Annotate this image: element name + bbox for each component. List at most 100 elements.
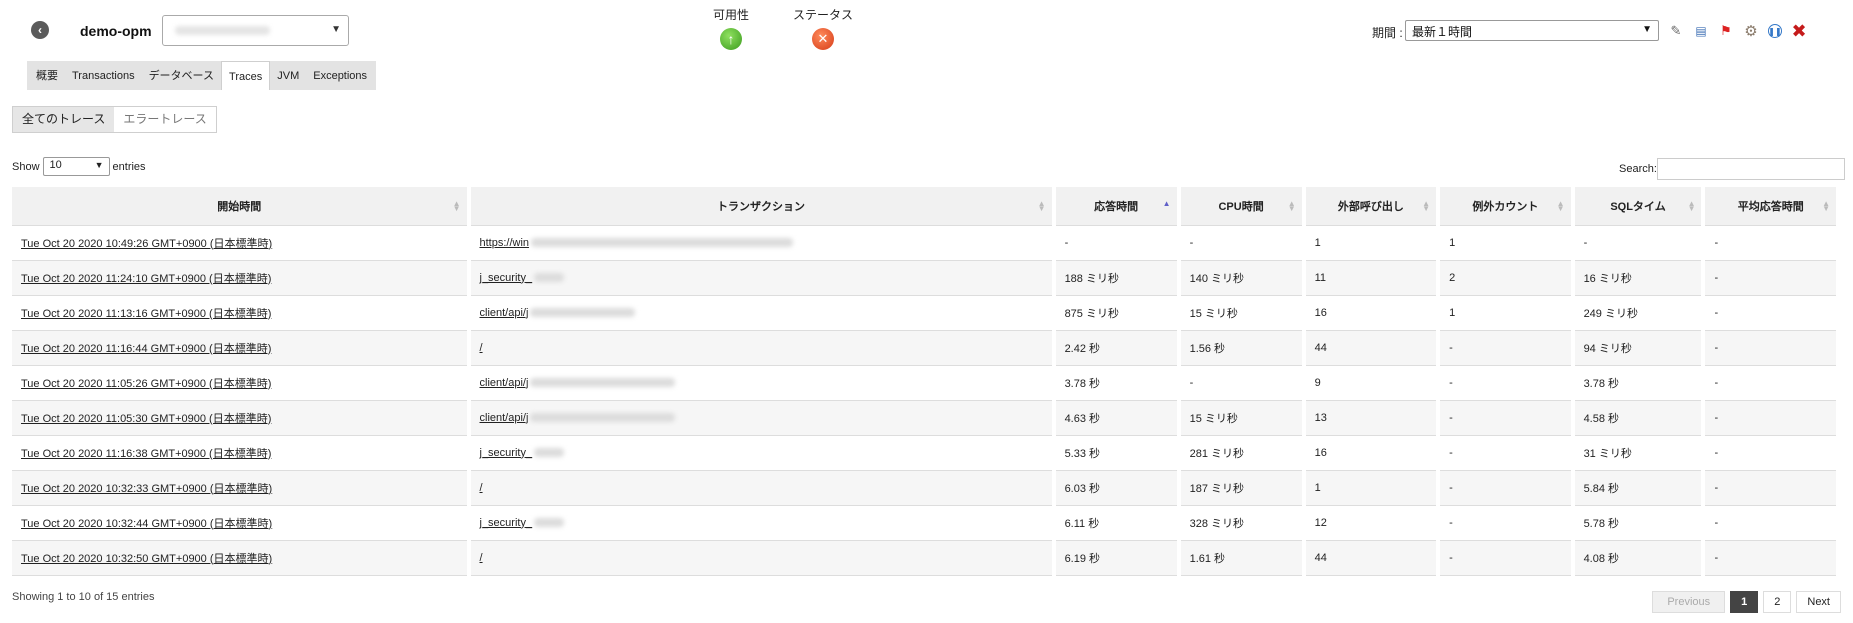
cell-avg-response-time: - <box>1703 225 1838 261</box>
table-row: Tue Oct 20 2020 11:13:16 GMT+0900 (日本標準時… <box>12 295 1838 331</box>
transaction-link[interactable]: client/api/j <box>480 412 529 424</box>
cell-start-time: Tue Oct 20 2020 10:32:50 GMT+0900 (日本標準時… <box>12 540 469 576</box>
report-icon[interactable]: ▤ <box>1693 23 1709 39</box>
sort-icon: ▲ ▼ <box>1556 199 1565 213</box>
redacted-text <box>534 273 565 283</box>
cell-sql-time: 249 ミリ秒 <box>1572 295 1704 331</box>
cell-external-calls: 13 <box>1303 400 1439 436</box>
transaction-link[interactable]: https://win <box>480 237 530 249</box>
trace-link[interactable]: Tue Oct 20 2020 10:32:44 GMT+0900 (日本標準時… <box>21 518 272 530</box>
search-input[interactable] <box>1656 158 1845 180</box>
trace-link[interactable]: Tue Oct 20 2020 11:24:10 GMT+0900 (日本標準時… <box>21 273 271 285</box>
cell-exception-count: 1 <box>1438 225 1573 261</box>
transaction-link[interactable]: / <box>480 552 483 564</box>
monitor-select[interactable]: ▼ <box>162 15 349 46</box>
col-cpu-time[interactable]: CPU時間 ▲ ▼ <box>1178 187 1306 226</box>
trace-link[interactable]: Tue Oct 20 2020 11:16:44 GMT+0900 (日本標準時… <box>21 343 271 355</box>
tab-jvm[interactable]: JVM <box>270 64 306 90</box>
trace-link[interactable]: Tue Oct 20 2020 10:32:50 GMT+0900 (日本標準時… <box>21 553 272 565</box>
table-row: Tue Oct 20 2020 11:16:38 GMT+0900 (日本標準時… <box>12 435 1838 471</box>
tab-database[interactable]: データベース <box>142 64 221 90</box>
cell-exception-count: - <box>1438 400 1573 436</box>
show-entries: Show 10 ▼ entries <box>12 157 146 176</box>
transaction-link[interactable]: j_security_ <box>480 447 533 459</box>
cell-exception-count: - <box>1438 540 1573 576</box>
sort-icon: ▲ ▼ <box>452 199 461 213</box>
table-row: Tue Oct 20 2020 10:32:44 GMT+0900 (日本標準時… <box>12 505 1838 541</box>
cell-external-calls: 9 <box>1303 365 1439 401</box>
cell-exception-count: 2 <box>1438 260 1573 296</box>
subtab-error-traces[interactable]: エラートレース <box>114 107 216 132</box>
trace-link[interactable]: Tue Oct 20 2020 11:05:26 GMT+0900 (日本標準時… <box>21 378 271 390</box>
cell-transaction: client/api/j <box>468 400 1054 436</box>
traffic-light-icon[interactable]: ⚑ <box>1718 23 1734 39</box>
sort-asc-icon: ▲ <box>1162 199 1171 208</box>
entries-select[interactable]: 10 ▼ <box>42 157 110 176</box>
cell-transaction: client/api/j <box>468 295 1054 331</box>
cell-sql-time: 94 ミリ秒 <box>1572 330 1704 366</box>
x-circle-icon[interactable]: ✕ <box>812 28 834 50</box>
cell-cpu-time: 1.61 秒 <box>1178 540 1304 576</box>
monitor-name: demo-opm <box>80 23 152 39</box>
col-transaction[interactable]: トランザクション ▲ ▼ <box>468 187 1056 226</box>
page-1-button[interactable]: 1 <box>1730 591 1759 613</box>
redacted-text <box>534 518 565 528</box>
entries-value: 10 <box>49 159 62 171</box>
page-2-button[interactable]: 2 <box>1763 591 1792 613</box>
table-row: Tue Oct 20 2020 10:49:26 GMT+0900 (日本標準時… <box>12 225 1838 261</box>
close-icon[interactable]: ✖ <box>1791 21 1807 41</box>
period-select[interactable]: 最新１時間 ▼ <box>1405 20 1659 41</box>
transaction-link[interactable]: / <box>480 482 483 494</box>
availability-indicator: 可用性 ↑ <box>713 6 749 50</box>
trace-link[interactable]: Tue Oct 20 2020 10:49:26 GMT+0900 (日本標準時… <box>21 238 272 250</box>
transaction-link[interactable]: j_security_ <box>480 272 533 284</box>
col-avg-response-time[interactable]: 平均応答時間 ▲ ▼ <box>1703 187 1840 226</box>
next-button[interactable]: Next <box>1796 591 1841 613</box>
cell-transaction: j_security_ <box>468 505 1054 541</box>
sort-icon: ▲ ▼ <box>1422 199 1431 213</box>
transaction-link[interactable]: client/api/j <box>480 307 529 319</box>
col-start-time[interactable]: 開始時間 ▲ ▼ <box>12 187 471 226</box>
cell-external-calls: 1 <box>1303 470 1439 506</box>
arrow-up-icon[interactable]: ↑ <box>720 28 742 50</box>
trace-link[interactable]: Tue Oct 20 2020 11:16:38 GMT+0900 (日本標準時… <box>21 448 271 460</box>
trace-link[interactable]: Tue Oct 20 2020 11:05:30 GMT+0900 (日本標準時… <box>21 413 271 425</box>
cell-avg-response-time: - <box>1703 540 1838 576</box>
redacted-text <box>530 378 676 388</box>
subtab-all-traces[interactable]: 全てのトレース <box>13 107 115 132</box>
status-label: ステータス <box>793 8 854 22</box>
cell-cpu-time: 140 ミリ秒 <box>1178 260 1304 296</box>
tab-transactions[interactable]: Transactions <box>65 64 142 90</box>
col-external-calls[interactable]: 外部呼び出し ▲ ▼ <box>1303 187 1441 226</box>
pagination: Previous 1 2 Next <box>1652 591 1841 613</box>
cell-transaction: / <box>468 540 1054 576</box>
pause-icon[interactable]: ❚❚ <box>1768 24 1782 38</box>
col-sql-time[interactable]: SQLタイム ▲ ▼ <box>1572 187 1706 226</box>
period-label: 期間 : <box>1372 26 1403 40</box>
back-button[interactable]: ‹ <box>31 21 49 39</box>
trace-link[interactable]: Tue Oct 20 2020 10:32:33 GMT+0900 (日本標準時… <box>21 483 272 495</box>
search-label: Search: <box>1619 163 1657 175</box>
col-response-time[interactable]: 応答時間 ▲ <box>1053 187 1181 226</box>
gear-icon[interactable]: ⚙ <box>1743 23 1759 40</box>
redacted-text <box>530 308 636 318</box>
tab-exceptions[interactable]: Exceptions <box>306 64 374 90</box>
cell-transaction: / <box>468 470 1054 506</box>
cell-sql-time: 5.84 秒 <box>1572 470 1704 506</box>
cell-start-time: Tue Oct 20 2020 11:16:44 GMT+0900 (日本標準時… <box>12 330 469 366</box>
tab-overview[interactable]: 概要 <box>29 64 65 90</box>
trace-link[interactable]: Tue Oct 20 2020 11:13:16 GMT+0900 (日本標準時… <box>21 308 271 320</box>
transaction-link[interactable]: j_security_ <box>480 517 533 529</box>
col-exception-count[interactable]: 例外カウント ▲ ▼ <box>1438 187 1575 226</box>
search: Search: <box>1619 158 1845 180</box>
pencil-icon[interactable]: ✎ <box>1668 23 1684 39</box>
cell-cpu-time: 1.56 秒 <box>1178 330 1304 366</box>
transaction-link[interactable]: client/api/j <box>480 377 529 389</box>
tab-traces[interactable]: Traces <box>221 61 271 90</box>
table-row: Tue Oct 20 2020 10:32:50 GMT+0900 (日本標準時… <box>12 540 1838 576</box>
cell-response-time: 3.78 秒 <box>1053 365 1179 401</box>
transaction-link[interactable]: / <box>480 342 483 354</box>
previous-button[interactable]: Previous <box>1652 591 1726 613</box>
cell-sql-time: 16 ミリ秒 <box>1572 260 1704 296</box>
cell-avg-response-time: - <box>1703 260 1838 296</box>
